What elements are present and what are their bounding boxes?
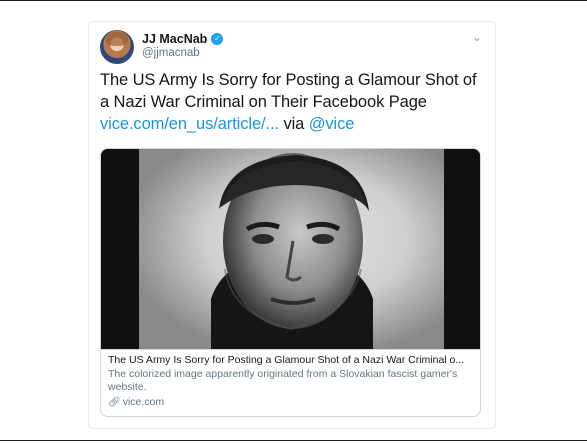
author-handle[interactable]: @jjmacnab <box>142 47 223 59</box>
verified-badge-icon: ✓ <box>211 33 224 45</box>
avatar[interactable] <box>100 30 134 64</box>
frame-bottom-line <box>0 440 587 441</box>
chevron-down-icon[interactable]: ⌄ <box>470 30 484 44</box>
tweet-body: The US Army Is Sorry for Posting a Glamo… <box>100 71 477 111</box>
card-body[interactable]: The US Army Is Sorry for Posting a Glamo… <box>101 349 480 416</box>
card-domain-row[interactable]: 🔗︎ vice.com <box>108 396 472 409</box>
tweet-link[interactable]: vice.com/en_us/article/... <box>100 115 279 133</box>
via-label: via <box>283 115 305 133</box>
author-block[interactable]: JJ MacNab ✓ @jjmacnab <box>142 32 224 59</box>
author-name[interactable]: JJ MacNab <box>142 32 207 46</box>
card-domain[interactable]: vice.com <box>123 396 164 409</box>
card-image[interactable] <box>101 149 480 349</box>
card-title[interactable]: The US Army Is Sorry for Posting a Glamo… <box>108 354 472 367</box>
tweet-card[interactable]: JJ MacNab ✓ @jjmacnab ⌄ The US Army Is S… <box>88 21 496 429</box>
link-icon: 🔗︎ <box>108 397 121 408</box>
frame-top-line <box>0 0 587 1</box>
via-handle-link[interactable]: @vice <box>309 115 355 133</box>
tweet-text: The US Army Is Sorry for Posting a Glamo… <box>100 69 490 135</box>
portrait-photo <box>101 149 480 349</box>
name-row: JJ MacNab ✓ <box>142 32 224 46</box>
link-preview-card[interactable]: The US Army Is Sorry for Posting a Glamo… <box>100 148 481 417</box>
card-description: The colorized image apparently originate… <box>108 368 458 393</box>
